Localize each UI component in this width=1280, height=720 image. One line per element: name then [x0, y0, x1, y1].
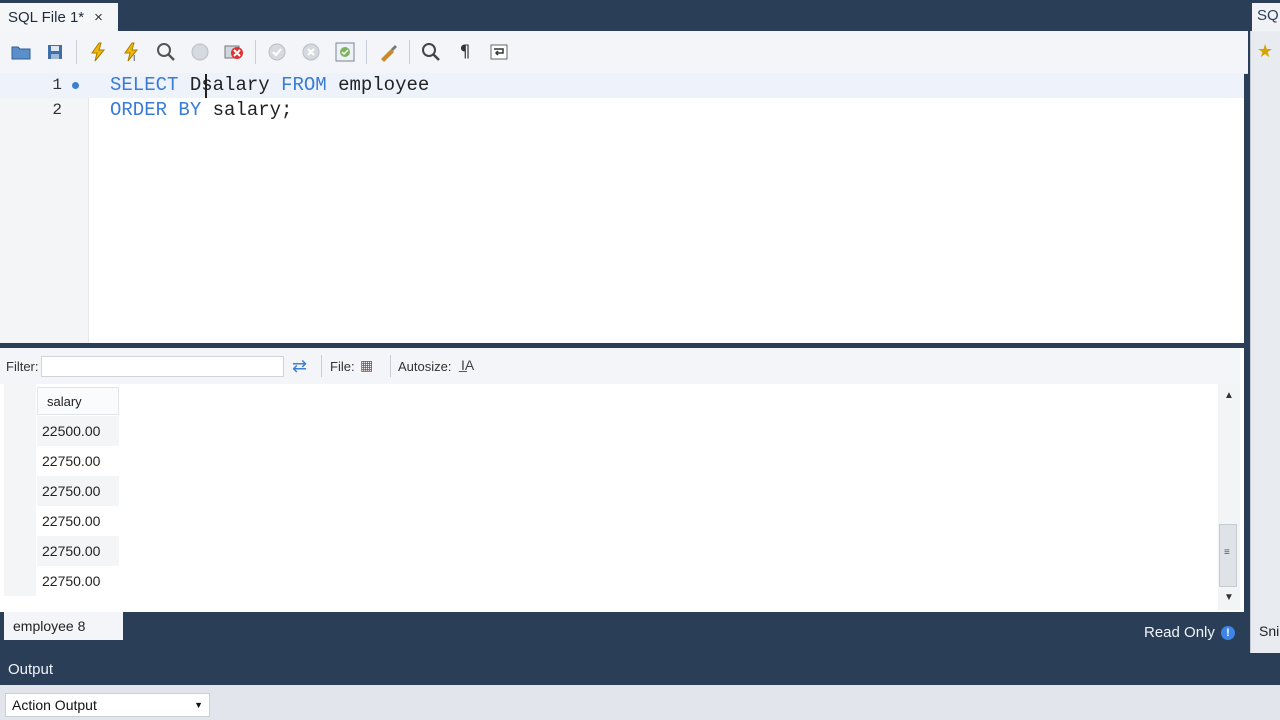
code-fragment: salary — [201, 74, 282, 96]
table-cell[interactable]: 22500.00 — [37, 416, 119, 446]
code-fragment: salary; — [201, 99, 293, 121]
result-tab-employee[interactable]: employee 8 — [4, 612, 123, 640]
table-cell[interactable]: 22750.00 — [37, 566, 119, 596]
wrap-lines-icon[interactable] — [486, 39, 512, 65]
toolbar-separator — [76, 40, 77, 64]
code-text[interactable]: SELECT Dsalary FROM employee — [110, 73, 429, 98]
result-grid[interactable]: salary 22500.00 22750.00 22750.00 22750.… — [0, 384, 1218, 599]
code-line-2[interactable]: 2 ORDER BY salary; — [0, 98, 1244, 123]
output-type-select[interactable]: Action Output ▼ — [5, 693, 210, 717]
output-toolbar: Action Output ▼ — [0, 685, 1280, 720]
results-footer: employee 8 Read Only ! — [0, 612, 1248, 653]
toolbar-separator — [321, 355, 322, 377]
execute-current-icon[interactable]: I — [119, 39, 145, 65]
tab-sql-file-1[interactable]: SQL File 1* × — [0, 3, 118, 31]
filter-label: Filter: — [6, 359, 39, 374]
tab-label: SQL File 1* — [8, 8, 85, 26]
open-folder-icon[interactable] — [8, 39, 34, 65]
scrollbar-thumb[interactable]: ≡ — [1219, 524, 1237, 587]
sql-additions-panel: ★ Sni — [1250, 31, 1280, 653]
chevron-down-icon: ▼ — [194, 700, 203, 710]
invisible-chars-icon[interactable]: ¶ — [452, 39, 478, 65]
toolbar-separator — [255, 40, 256, 64]
sql-editor[interactable]: 1 SELECT Dsalary FROM employee 2 ORDER B… — [0, 73, 1244, 343]
snippets-tab[interactable]: Sni — [1259, 623, 1280, 639]
export-file-icon[interactable]: ▦ — [360, 357, 373, 374]
vertical-scrollbar[interactable]: ▲ ≡ ▼ — [1218, 384, 1240, 610]
save-icon[interactable] — [42, 39, 68, 65]
scroll-down-icon[interactable]: ▼ — [1224, 592, 1234, 603]
svg-text:I: I — [133, 54, 135, 62]
code-line-1[interactable]: 1 SELECT Dsalary FROM employee — [0, 73, 1244, 98]
grip-icon: ≡ — [1224, 547, 1230, 558]
code-fragment: employee — [326, 74, 430, 96]
row-header-column — [4, 384, 36, 596]
table-cell[interactable]: 22750.00 — [37, 446, 119, 476]
stop-icon[interactable] — [187, 39, 213, 65]
autosize-icon[interactable]: I̲A — [461, 357, 474, 373]
beautify-icon[interactable] — [375, 39, 401, 65]
editor-tab-strip: SQL File 1* × — [0, 0, 1248, 31]
execute-icon[interactable] — [85, 39, 111, 65]
result-toolbar: Filter: ⇄ File: ▦ Autosize: I̲A — [0, 348, 1240, 385]
line-number: 1 — [52, 76, 62, 94]
toolbar-separator — [409, 40, 410, 64]
keyword-from: FROM — [281, 74, 327, 96]
table-cell[interactable]: 22750.00 — [37, 476, 119, 506]
tab-sql-additions[interactable]: SQ — [1252, 3, 1280, 31]
sql-editor-toolbar: I ¶ — [0, 31, 1248, 74]
table-cell[interactable]: 22750.00 — [37, 506, 119, 536]
file-label: File: — [330, 359, 355, 374]
code-text[interactable]: ORDER BY salary; — [110, 98, 292, 123]
find-icon[interactable] — [418, 39, 444, 65]
autosize-label: Autosize: — [398, 359, 452, 374]
info-icon[interactable]: ! — [1221, 626, 1235, 640]
line-number: 2 — [52, 101, 62, 119]
toggle-error-icon[interactable] — [221, 39, 247, 65]
output-title: Output — [8, 661, 54, 678]
code-fragment: D — [178, 74, 202, 96]
snippets-star-icon[interactable]: ★ — [1257, 41, 1273, 62]
column-header-salary[interactable]: salary — [37, 387, 119, 415]
commit-icon[interactable] — [264, 39, 290, 65]
output-panel-header: Output — [0, 653, 1280, 685]
toolbar-separator — [390, 355, 391, 377]
autocommit-icon[interactable] — [332, 39, 358, 65]
scroll-up-icon[interactable]: ▲ — [1224, 390, 1234, 401]
close-icon[interactable]: × — [94, 9, 103, 26]
result-grid-panel: Filter: ⇄ File: ▦ Autosize: I̲A salary 2… — [0, 348, 1244, 612]
explain-icon[interactable] — [153, 39, 179, 65]
statement-marker-icon — [72, 82, 79, 89]
read-only-label: Read Only — [1144, 624, 1215, 641]
keyword-order-by: ORDER BY — [110, 99, 202, 121]
rollback-icon[interactable] — [298, 39, 324, 65]
select-value: Action Output — [12, 697, 97, 713]
filter-input[interactable] — [41, 356, 284, 377]
table-cell[interactable]: 22750.00 — [37, 536, 119, 566]
text-cursor — [205, 74, 207, 98]
keyword-select: SELECT — [110, 74, 179, 96]
toolbar-separator — [366, 40, 367, 64]
refresh-icon[interactable]: ⇄ — [292, 356, 307, 377]
